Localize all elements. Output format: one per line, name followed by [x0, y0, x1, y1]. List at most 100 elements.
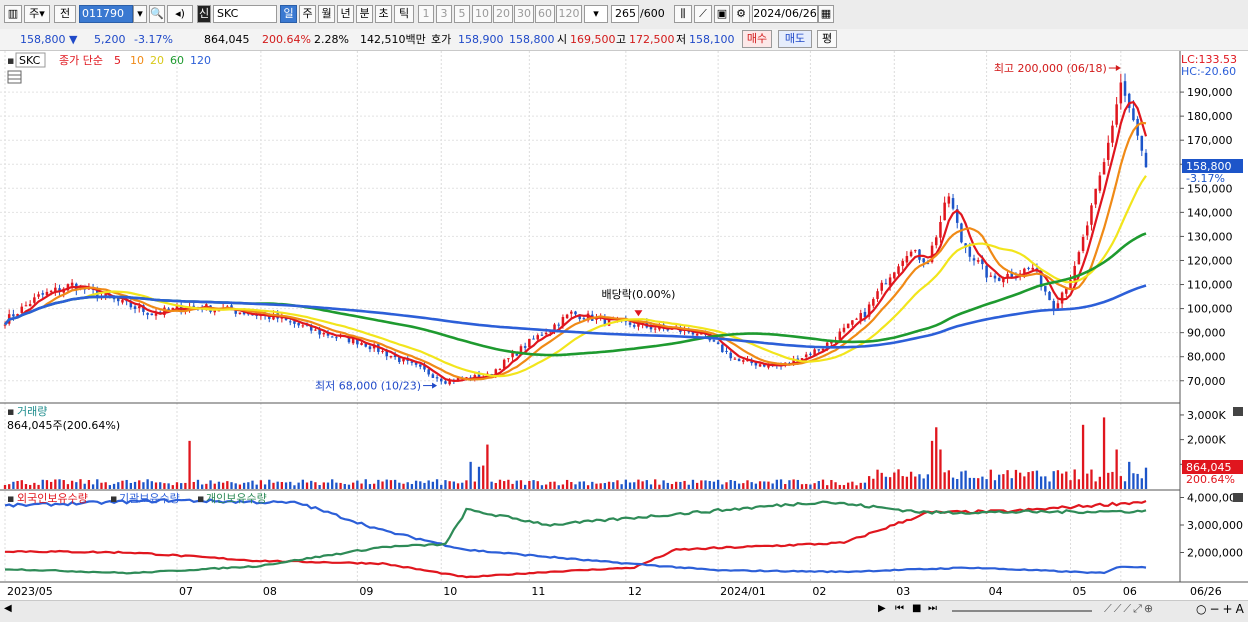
- volume-bar: [964, 470, 967, 489]
- volume-bar: [381, 481, 384, 489]
- calendar-icon[interactable]: ▦: [818, 5, 834, 23]
- stock-code-input[interactable]: 011790: [79, 5, 133, 23]
- volume-bar: [343, 483, 346, 489]
- volume-bar: [943, 472, 946, 489]
- volume-bar: [419, 481, 422, 489]
- save-icon[interactable]: ▣: [714, 5, 730, 23]
- volume-bar: [574, 484, 577, 489]
- volume-bar: [242, 482, 246, 489]
- volume-bar: [817, 481, 820, 489]
- tab-day[interactable]: 일: [280, 5, 297, 23]
- volume-bar: [259, 480, 263, 489]
- prev-button[interactable]: 전: [54, 5, 76, 23]
- holding-close-icon[interactable]: [1233, 493, 1243, 502]
- scroll-right-icon[interactable]: ▶: [878, 603, 886, 614]
- stock-chart[interactable]: 2023/05 07 08 09 10 11 12 2024/01 02 03 04 05 06 06/2…: [0, 51, 1248, 600]
- count-max: /600: [640, 7, 665, 20]
- volume-bar: [1056, 470, 1060, 489]
- interval-60[interactable]: 60: [535, 5, 555, 23]
- volume-bar: [654, 479, 657, 489]
- tab-second[interactable]: 초: [375, 5, 392, 23]
- volume-bar: [335, 482, 338, 489]
- high-price: 172,500: [629, 33, 675, 46]
- trade-amount: 142,510백만: [360, 33, 426, 46]
- volume-bar: [66, 484, 70, 489]
- candle-body: [968, 246, 972, 257]
- line-tool-icon[interactable]: ⟋: [694, 5, 712, 23]
- zoom-controls-icon[interactable]: ○−+A: [1196, 602, 1247, 616]
- ask-price: 158,800: [509, 33, 555, 46]
- low-label: 저: [676, 33, 687, 46]
- candle-body: [70, 282, 74, 286]
- code-dropdown-icon[interactable]: ▾: [133, 5, 147, 23]
- scroll-last-icon[interactable]: ⏭: [928, 603, 937, 614]
- stop-icon[interactable]: ■: [912, 603, 921, 614]
- volume-bar: [318, 485, 321, 489]
- interval-120[interactable]: 120: [556, 5, 582, 23]
- drawing-tools-icon[interactable]: ⟋⟋⟋⤢⊕: [1104, 602, 1155, 616]
- candle-icon[interactable]: ⫼: [674, 5, 692, 23]
- volume-bar: [196, 479, 200, 489]
- volume-bar: [1014, 469, 1018, 489]
- eval-button[interactable]: 평: [817, 30, 837, 48]
- volume-bar: [1094, 481, 1097, 489]
- interval-20[interactable]: 20: [493, 5, 513, 23]
- candle-body: [909, 251, 913, 257]
- volume-bar: [201, 484, 204, 489]
- count-input[interactable]: 265: [611, 5, 639, 23]
- volume-bar: [469, 461, 472, 489]
- date-input[interactable]: 2024/06/26: [752, 5, 818, 23]
- x-tick-label: 02: [812, 585, 826, 598]
- buy-button[interactable]: 매수: [742, 30, 772, 48]
- scroll-left-icon[interactable]: ◀: [4, 603, 12, 614]
- candle-body: [997, 277, 1001, 281]
- volume-bar: [494, 482, 497, 489]
- interval-30[interactable]: 30: [514, 5, 534, 23]
- interval-1[interactable]: 1: [418, 5, 434, 23]
- search-icon[interactable]: 🔍: [149, 5, 165, 23]
- volume-bar: [763, 481, 766, 489]
- volume-bar: [993, 480, 997, 489]
- scroll-bar[interactable]: ◀ ▶ ⏮ ■ ⏭ ⟋⟋⟋⤢⊕ ○−+A: [0, 600, 1248, 622]
- stock-name-field[interactable]: SKC: [213, 5, 277, 23]
- interval-dropdown[interactable]: ▾: [584, 5, 608, 23]
- volume-bar: [695, 482, 699, 489]
- gear-icon[interactable]: ⚙: [732, 5, 750, 23]
- volume-bar: [968, 477, 971, 489]
- period-select[interactable]: 주▾: [24, 5, 50, 23]
- tab-minute[interactable]: 분: [356, 5, 373, 23]
- layout-icon[interactable]: ▥: [4, 5, 22, 23]
- open-price: 169,500: [570, 33, 616, 46]
- interval-5[interactable]: 5: [454, 5, 470, 23]
- volume-bar: [1144, 467, 1148, 489]
- volume-bar: [616, 480, 619, 489]
- volume-bar: [729, 480, 732, 489]
- tab-tick[interactable]: 틱: [394, 5, 414, 23]
- price-change-pct: -3.17%: [134, 33, 173, 46]
- speaker-icon[interactable]: ◂): [167, 5, 193, 23]
- candle-body: [440, 378, 443, 382]
- price-tick-label: 190,000: [1187, 86, 1233, 99]
- volume-bar: [121, 480, 124, 489]
- tab-week[interactable]: 주: [299, 5, 316, 23]
- legend-type: 종가 단순: [59, 54, 103, 67]
- volume-bar: [368, 484, 372, 489]
- interval-10[interactable]: 10: [472, 5, 492, 23]
- table-icon[interactable]: [7, 70, 22, 84]
- volume-bar: [247, 482, 250, 489]
- volume-bar: [800, 484, 804, 489]
- sell-button[interactable]: 매도: [778, 30, 812, 48]
- volume-bar: [490, 481, 493, 489]
- volume-bar: [393, 479, 397, 489]
- scroll-first-icon[interactable]: ⏮: [895, 603, 904, 614]
- tab-month[interactable]: 월: [318, 5, 335, 23]
- zoom-slider[interactable]: [952, 610, 1092, 612]
- candle-body: [544, 332, 548, 335]
- price-tick-label: 170,000: [1187, 134, 1233, 147]
- candle-body: [985, 265, 988, 278]
- tab-year[interactable]: 년: [337, 5, 354, 23]
- volume-close-icon[interactable]: [1233, 407, 1243, 416]
- candle-body: [721, 344, 724, 353]
- interval-3[interactable]: 3: [436, 5, 452, 23]
- volume-bar: [528, 480, 531, 489]
